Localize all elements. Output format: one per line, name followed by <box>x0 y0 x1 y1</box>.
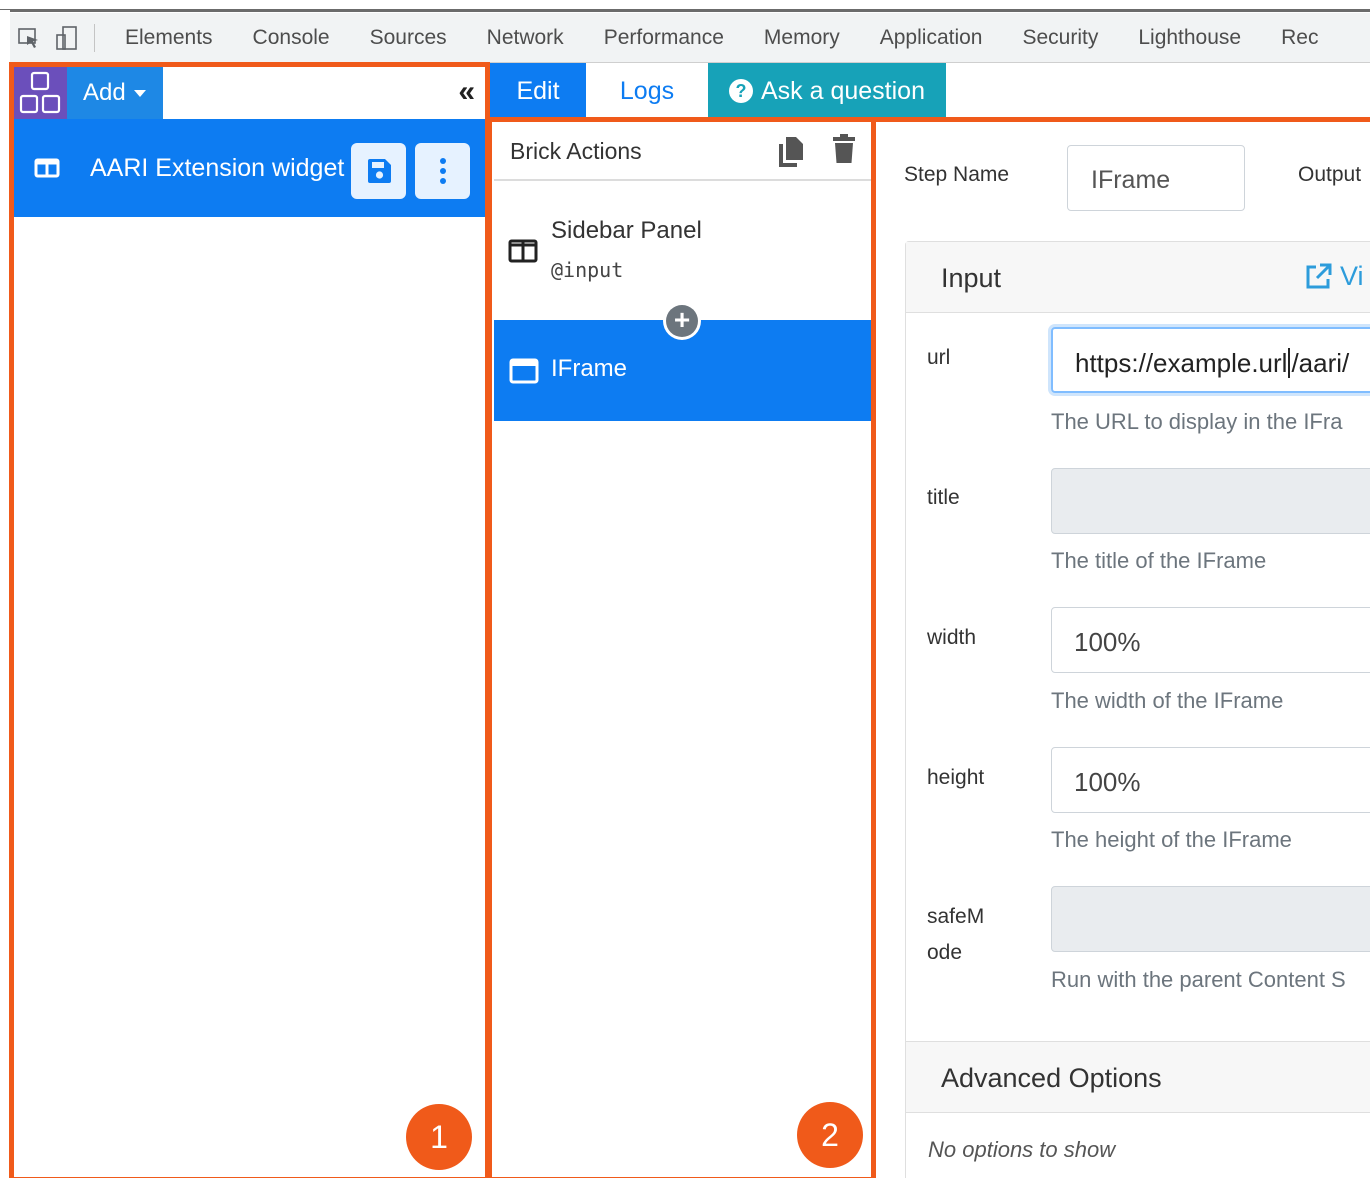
caret-down-icon <box>133 89 146 97</box>
height-help: The height of the IFrame <box>1051 827 1292 852</box>
tab-logs[interactable]: Logs <box>586 63 708 119</box>
logo-icon <box>14 67 67 119</box>
devtools-tab-network[interactable]: Network <box>467 13 584 63</box>
annotation-badge-2: 2 <box>797 1102 863 1168</box>
external-link-icon <box>1306 263 1332 288</box>
devtools-tab-security[interactable]: Security <box>1002 13 1118 63</box>
output-label: Output <box>1298 163 1362 186</box>
more-options-button[interactable] <box>415 143 470 199</box>
inspect-element-icon[interactable] <box>10 13 48 63</box>
safe-mode-label: safeM ode <box>927 905 985 964</box>
tab-edit[interactable]: Edit <box>490 63 586 119</box>
add-brick-button[interactable]: + <box>663 302 701 340</box>
plus-circle-icon: + <box>666 305 698 337</box>
save-button[interactable] <box>351 143 406 199</box>
devtools-tab-memory[interactable]: Memory <box>744 13 860 63</box>
safe-mode-input[interactable] <box>1051 886 1370 952</box>
url-label: url <box>927 346 951 369</box>
widget-label: AARI Extension widget <box>90 153 345 182</box>
input-card-header: Input Vi <box>906 242 1370 313</box>
view-link-label: Vi <box>1340 261 1364 291</box>
window-icon <box>509 358 539 384</box>
add-button-label: Add <box>83 79 126 106</box>
devtools-tab-console[interactable]: Console <box>233 13 350 63</box>
no-options-text: No options to show <box>928 1137 1116 1162</box>
columns-icon <box>508 239 538 263</box>
question-circle-icon: ? <box>729 79 753 103</box>
advanced-options-header[interactable]: Advanced Options <box>906 1041 1370 1113</box>
ask-question-label: Ask a question <box>761 76 925 105</box>
annotation-box-3-edge <box>876 117 1370 122</box>
collapse-sidebar-icon[interactable]: « <box>458 75 475 109</box>
width-label: width <box>927 626 977 649</box>
annotation-box-1 <box>9 62 490 1178</box>
devtools-tab-application[interactable]: Application <box>860 13 1003 63</box>
title-input[interactable] <box>1051 468 1370 534</box>
brick-actions-header: Brick Actions <box>494 124 871 181</box>
list-item-subtitle: @input <box>551 258 624 282</box>
devtools-toolbar: Elements Console Sources Network Perform… <box>10 13 1370 63</box>
ellipsis-vertical-icon <box>439 158 446 184</box>
title-help: The title of the IFrame <box>1051 548 1267 573</box>
columns-icon <box>34 158 60 178</box>
width-input[interactable]: 100% <box>1051 607 1370 673</box>
sidebar-item-aari-extension-widget[interactable]: AARI Extension widget <box>14 119 485 217</box>
add-button[interactable]: Add <box>67 67 163 119</box>
height-label: height <box>927 766 985 789</box>
list-item-title: Sidebar Panel <box>551 217 702 244</box>
devtools-tab-sources[interactable]: Sources <box>350 13 467 63</box>
advanced-options-title: Advanced Options <box>941 1063 1162 1093</box>
devtools-tab-elements[interactable]: Elements <box>105 13 233 63</box>
step-name-input[interactable]: IFrame <box>1067 145 1245 211</box>
window-frame <box>0 0 1370 12</box>
list-item-sidebar-panel[interactable]: Sidebar Panel @input <box>494 182 871 320</box>
device-toolbar-icon[interactable] <box>48 13 86 63</box>
height-input[interactable]: 100% <box>1051 747 1370 813</box>
width-help: The width of the IFrame <box>1051 688 1284 713</box>
title-label: title <box>927 486 960 509</box>
save-icon <box>367 159 391 183</box>
ask-question-button[interactable]: ? Ask a question <box>708 63 946 119</box>
step-name-label: Step Name <box>904 163 1010 186</box>
url-help: The URL to display in the IFra <box>1051 409 1343 434</box>
safe-mode-help: Run with the parent Content S <box>1051 967 1346 992</box>
sidebar-header: Add « <box>14 67 485 119</box>
brick-actions-title: Brick Actions <box>510 138 642 164</box>
url-input[interactable]: https://example.url/aari/ <box>1051 327 1370 393</box>
devtools-tab-performance[interactable]: Performance <box>584 13 744 63</box>
input-card-title: Input <box>941 263 1002 293</box>
list-item-title: IFrame <box>551 355 628 382</box>
copy-icon[interactable] <box>778 136 804 168</box>
editor-tabs: Edit Logs ? Ask a question <box>490 63 1370 119</box>
trash-icon[interactable] <box>832 134 856 164</box>
view-link[interactable]: Vi <box>1304 261 1364 292</box>
annotation-badge-1: 1 <box>406 1104 472 1170</box>
devtools-tab-lighthouse[interactable]: Lighthouse <box>1118 13 1261 63</box>
devtools-tab-recorder[interactable]: Rec <box>1261 13 1338 63</box>
